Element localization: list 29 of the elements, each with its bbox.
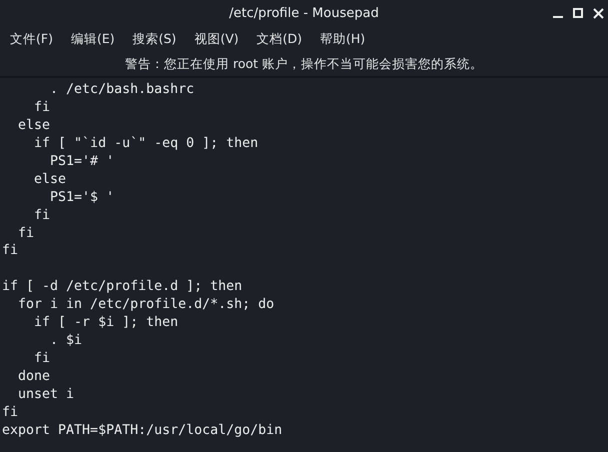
code-line: if [ -r $i ]; then: [33, 314, 180, 332]
code-line: fi: [1, 404, 20, 422]
code-line: fi: [33, 350, 52, 368]
code-line: . /etc/bash.bashrc: [49, 81, 196, 99]
code-line: fi: [33, 206, 52, 224]
code-line: if [ -d /etc/profile.d ]; then: [1, 278, 244, 296]
close-icon[interactable]: [593, 8, 604, 18]
code-line: fi: [17, 224, 36, 242]
menu-item[interactable]: 视图(V): [188, 28, 245, 50]
code-line: export PATH=$PATH:/usr/local/go/bin: [1, 422, 284, 440]
maximize-icon[interactable]: [573, 8, 583, 18]
code-line: PS1='$ ': [49, 188, 116, 207]
code-line: PS1='# ': [49, 152, 116, 171]
menu-item[interactable]: 文档(D): [250, 28, 308, 50]
menu-item[interactable]: 搜索(S): [126, 28, 182, 50]
code-line: fi: [33, 98, 52, 117]
menu-item[interactable]: 文件(F): [4, 28, 59, 50]
code-line: fi: [1, 242, 20, 260]
code-line: done: [17, 368, 52, 386]
window-title: /etc/profile - Mousepad: [229, 6, 379, 20]
code-line: else: [33, 170, 68, 189]
warning-message: 警告：您正在使用 root 账户，操作不当可能会损害您的系统。: [124, 56, 483, 72]
code-line: else: [17, 116, 52, 135]
code-line: unset i: [17, 386, 76, 404]
menu-item[interactable]: 编辑(E): [64, 28, 121, 50]
code-line: if [ "`id -u`" -eq 0 ]; then: [33, 134, 260, 153]
code-line: for i in /etc/profile.d/*.sh; do: [17, 296, 276, 314]
menu-item[interactable]: 帮助(H): [314, 28, 372, 50]
code-line: . $i: [49, 332, 84, 350]
